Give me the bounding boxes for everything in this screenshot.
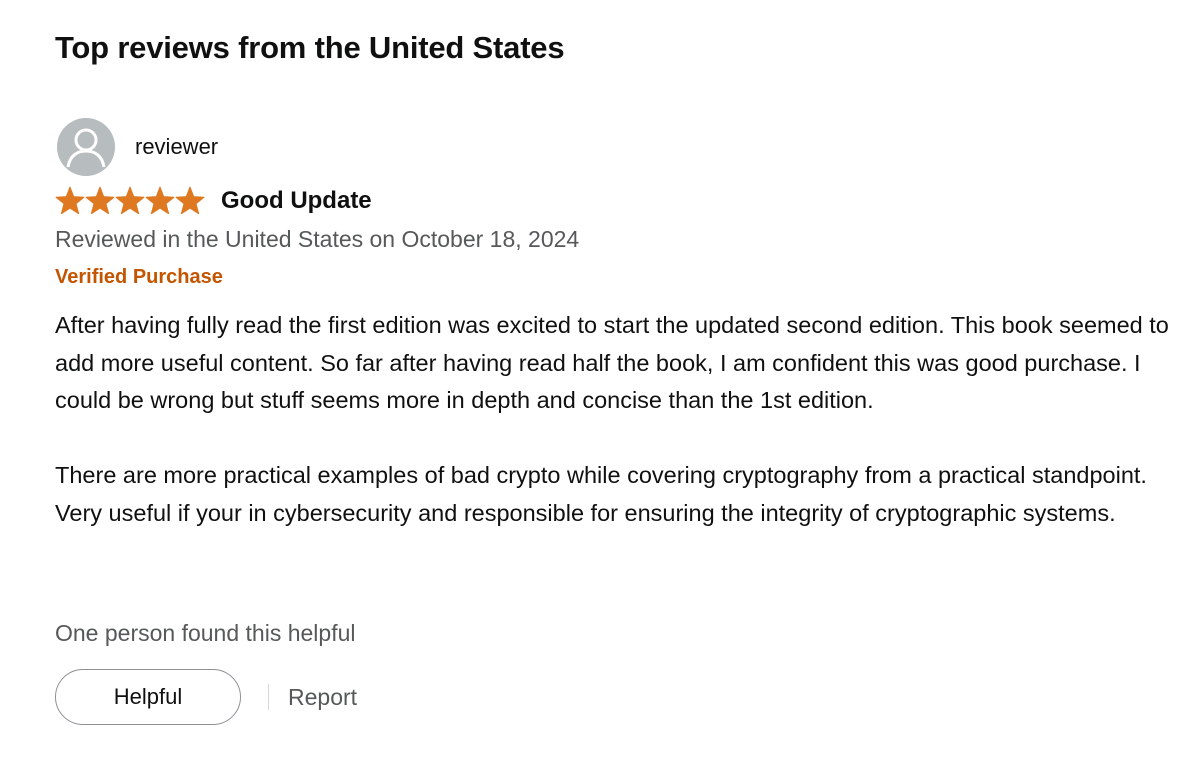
star-icon (145, 186, 175, 215)
reviewer-name[interactable]: reviewer (135, 134, 218, 160)
review-title[interactable]: Good Update (221, 187, 372, 215)
verified-purchase-badge: Verified Purchase (55, 266, 223, 288)
helpful-count: One person found this helpful (55, 620, 356, 646)
star-rating[interactable] (55, 186, 205, 216)
star-icon (55, 186, 85, 215)
review-actions: Helpful Report (55, 669, 357, 725)
review-paragraph: After having fully read the first editio… (55, 312, 1169, 413)
review-paragraph: There are more practical examples of bad… (55, 462, 1147, 526)
report-link[interactable]: Report (288, 684, 357, 711)
star-icon (115, 186, 145, 215)
avatar (57, 118, 115, 176)
review-date: Reviewed in the United States on October… (55, 226, 580, 252)
reviewer-profile[interactable]: reviewer (57, 118, 218, 176)
star-icon (175, 186, 205, 215)
section-heading: Top reviews from the United States (55, 30, 565, 65)
user-silhouette-icon (57, 118, 115, 176)
star-icon (85, 186, 115, 215)
divider (268, 684, 269, 710)
review-body: After having fully read the first editio… (55, 307, 1175, 532)
helpful-button[interactable]: Helpful (55, 669, 241, 725)
rating-row: Good Update (55, 186, 372, 216)
